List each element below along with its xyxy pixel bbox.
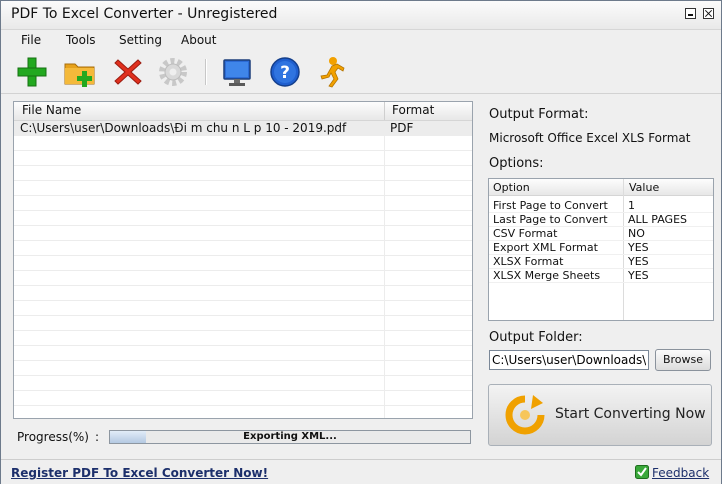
option-name: XLSX Merge Sheets [493, 269, 601, 282]
option-value: YES [628, 269, 649, 282]
add-file-icon[interactable] [15, 55, 49, 89]
empty-row [14, 256, 472, 271]
output-format-value: Microsoft Office Excel XLS Format [489, 131, 691, 145]
column-file-name[interactable]: File Name [22, 103, 81, 117]
empty-row [14, 391, 472, 406]
output-format-label: Output Format: [489, 107, 589, 122]
output-folder-label: Output Folder: [489, 330, 583, 345]
option-name: CSV Format [493, 227, 558, 240]
empty-row [14, 316, 472, 331]
feedback-link[interactable]: Feedback [652, 466, 709, 480]
option-value: YES [628, 241, 649, 254]
file-list[interactable]: File Name Format C:\Users\user\Downloads… [13, 101, 473, 419]
start-converting-button[interactable]: Start Converting Now [488, 384, 712, 446]
column-option[interactable]: Option [493, 181, 530, 194]
option-name: First Page to Convert [493, 199, 608, 212]
progress-label: Progress(%) [17, 430, 89, 444]
file-name-cell: C:\Users\user\Downloads\Đi m chu n L p 1… [20, 121, 347, 135]
convert-arrows-icon [505, 395, 545, 435]
settings-icon[interactable] [156, 55, 190, 89]
empty-row [14, 181, 472, 196]
help-icon[interactable]: ? [268, 55, 302, 89]
browse-button[interactable]: Browse [655, 349, 711, 371]
option-row[interactable]: Export XML Format YES [489, 240, 713, 255]
app-window: PDF To Excel Converter - Unregistered Fi… [0, 0, 722, 484]
option-row[interactable]: First Page to Convert 1 [489, 198, 713, 213]
file-format-cell: PDF [390, 121, 414, 135]
options-table[interactable]: Option Value First Page to Convert 1 Las… [488, 178, 714, 321]
empty-row [14, 241, 472, 256]
empty-row [14, 331, 472, 346]
progress-colon: : [95, 430, 100, 444]
empty-row [14, 196, 472, 211]
toolbar: ? [1, 51, 721, 94]
register-link[interactable]: Register PDF To Excel Converter Now! [11, 466, 268, 480]
option-row[interactable]: Last Page to Convert ALL PAGES [489, 212, 713, 227]
option-value: NO [628, 227, 645, 240]
empty-row [14, 166, 472, 181]
empty-row [14, 271, 472, 286]
output-folder-input[interactable] [489, 350, 649, 370]
option-row[interactable]: CSV Format NO [489, 226, 713, 241]
empty-row [14, 361, 472, 376]
window-title: PDF To Excel Converter - Unregistered [11, 6, 278, 22]
option-value: 1 [628, 199, 635, 212]
option-name: Export XML Format [493, 241, 598, 254]
option-name: Last Page to Convert [493, 213, 608, 226]
minimize-button[interactable] [685, 8, 696, 19]
add-folder-icon[interactable] [63, 55, 97, 89]
menu-tools[interactable]: Tools [66, 33, 96, 47]
empty-row [14, 301, 472, 316]
toolbar-separator [205, 59, 207, 85]
file-list-header: File Name Format [14, 102, 472, 121]
feedback-check-icon[interactable] [635, 465, 649, 479]
runner-icon[interactable] [314, 55, 348, 89]
table-row[interactable]: C:\Users\user\Downloads\Đi m chu n L p 1… [14, 121, 472, 136]
option-value: YES [628, 255, 649, 268]
column-format[interactable]: Format [392, 103, 434, 117]
option-value: ALL PAGES [628, 213, 687, 226]
empty-row [14, 346, 472, 361]
menu-file[interactable]: File [21, 33, 41, 47]
progress-bar: Exporting XML... [109, 430, 471, 444]
empty-row [14, 211, 472, 226]
empty-row [14, 376, 472, 391]
options-header: Option Value [489, 179, 713, 196]
progress-status: Exporting XML... [243, 431, 337, 442]
close-button[interactable] [703, 8, 714, 19]
remove-icon[interactable] [111, 55, 145, 89]
menu-bar: File Tools Setting About [1, 30, 721, 50]
monitor-icon[interactable] [220, 55, 254, 89]
empty-row [14, 151, 472, 166]
empty-row [14, 226, 472, 241]
start-converting-label: Start Converting Now [555, 406, 706, 422]
option-row[interactable]: XLSX Format YES [489, 254, 713, 269]
empty-row [14, 286, 472, 301]
column-value[interactable]: Value [629, 181, 659, 194]
empty-row [14, 136, 472, 151]
options-label: Options: [489, 156, 544, 171]
svg-text:?: ? [280, 63, 290, 83]
option-name: XLSX Format [493, 255, 564, 268]
menu-about[interactable]: About [181, 33, 216, 47]
status-bar: Register PDF To Excel Converter Now! Fee… [1, 459, 721, 484]
menu-setting[interactable]: Setting [119, 33, 162, 47]
title-bar: PDF To Excel Converter - Unregistered [1, 1, 721, 30]
option-row[interactable]: XLSX Merge Sheets YES [489, 268, 713, 283]
